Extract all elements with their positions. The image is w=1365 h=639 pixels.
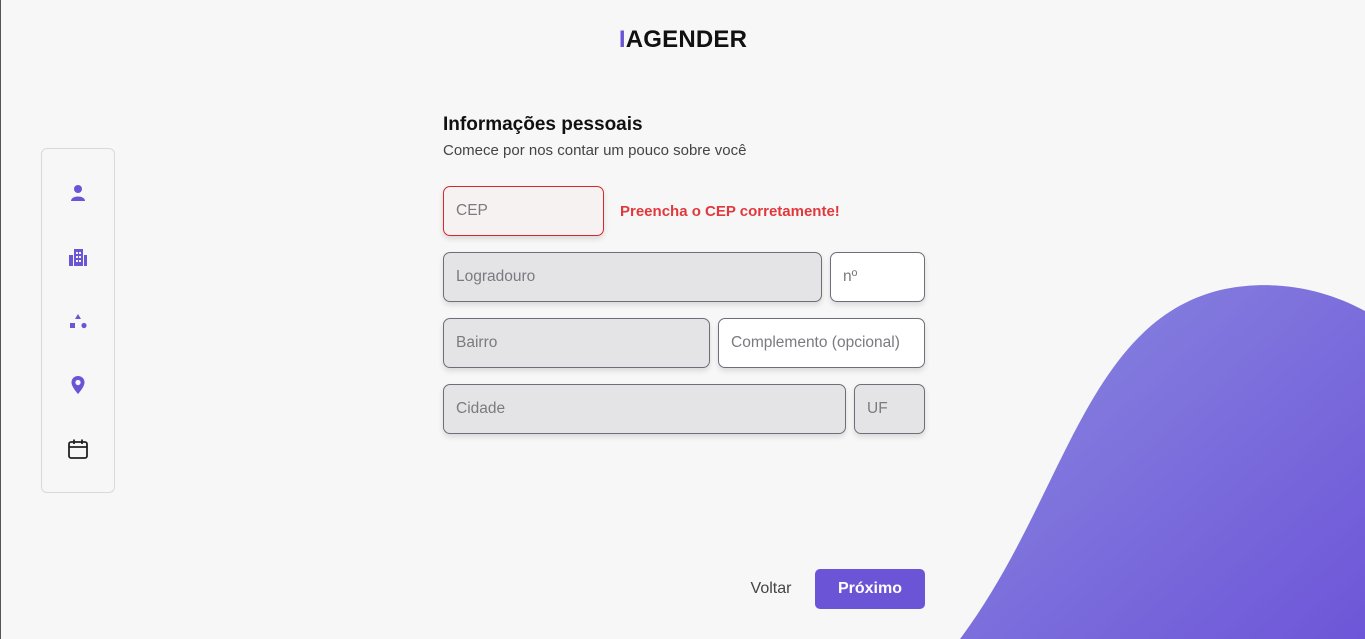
cep-input[interactable] [443,186,604,236]
app-logo: IAGENDER [1,26,1365,54]
logo-text: AGENDER [625,26,748,53]
cep-error-message: Preencha o CEP corretamente! [620,203,840,220]
progress-stepper [41,148,115,493]
decorative-wave [960,285,1365,639]
location-pin-icon [71,376,85,394]
numero-input[interactable] [830,252,925,302]
step-personal[interactable] [42,173,114,213]
logo-accent-letter: I [618,26,626,53]
step-company[interactable] [42,237,114,277]
form-subtitle: Comece por nos contar um pouco sobre voc… [443,142,747,159]
step-services[interactable] [42,301,114,341]
bairro-input[interactable] [443,318,710,368]
step-schedule[interactable] [42,429,114,469]
calendar-icon [68,439,88,459]
complemento-input[interactable] [718,318,925,368]
uf-input[interactable] [854,384,925,434]
form-title: Informações pessoais [443,114,643,135]
person-icon [71,185,85,201]
step-address[interactable] [42,365,114,405]
logradouro-input[interactable] [443,252,822,302]
back-button[interactable]: Voltar [737,569,805,609]
shapes-icon [70,314,87,329]
building-icon [69,249,87,266]
form-header: Informações pessoais Comece por nos cont… [443,114,747,159]
next-button[interactable]: Próximo [815,569,925,609]
cidade-input[interactable] [443,384,846,434]
